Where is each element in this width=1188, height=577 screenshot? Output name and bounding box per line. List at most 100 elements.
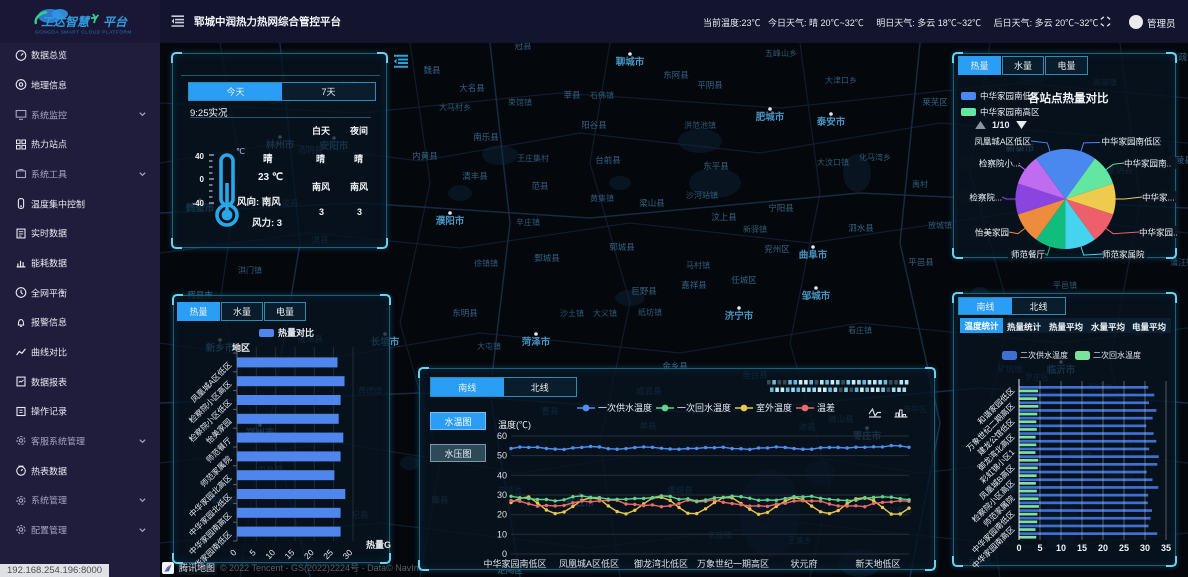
- svg-text:大屯镇: 大屯镇: [477, 341, 501, 351]
- svg-text:五峰山乡: 五峰山乡: [765, 48, 797, 58]
- svg-text:南乐县: 南乐县: [473, 132, 499, 142]
- svg-text:30: 30: [341, 547, 355, 561]
- svg-text:放城镇: 放城镇: [928, 220, 952, 230]
- svg-text:新天地低区: 新天地低区: [855, 558, 900, 569]
- svg-text:聊城市: 聊城市: [616, 56, 645, 68]
- svg-text:肥城市: 肥城市: [756, 111, 785, 123]
- svg-text:中华家园南..: 中华家园南..: [1124, 159, 1171, 169]
- svg-text:兖州区: 兖州区: [764, 244, 790, 254]
- svg-text:10: 10: [1056, 543, 1066, 553]
- svg-text:濮阳市: 濮阳市: [435, 215, 465, 227]
- svg-text:梁山县: 梁山县: [639, 198, 665, 208]
- svg-text:35: 35: [1161, 543, 1171, 553]
- svg-text:曲阜市: 曲阜市: [799, 249, 828, 261]
- svg-text:东明县: 东明县: [452, 308, 478, 318]
- svg-text:束馆镇: 束馆镇: [508, 97, 532, 107]
- svg-text:宁阳县: 宁阳县: [768, 203, 794, 213]
- svg-text:30: 30: [497, 490, 507, 500]
- svg-text:邹城市: 邹城市: [801, 290, 831, 302]
- svg-text:淇门镇: 淇门镇: [238, 265, 262, 275]
- svg-text:0: 0: [1016, 543, 1021, 553]
- svg-text:看庄镇: 看庄镇: [848, 325, 872, 335]
- svg-text:师范餐厅: 师范餐厅: [1011, 250, 1046, 260]
- svg-text:0: 0: [200, 175, 205, 184]
- svg-text:辛庄镇: 辛庄镇: [516, 217, 540, 227]
- svg-text:万象世纪一期高区: 万象世纪一期高区: [697, 558, 769, 569]
- svg-text:石佛镇: 石佛镇: [590, 90, 614, 100]
- svg-text:范县: 范县: [531, 181, 549, 191]
- svg-text:鄄城县: 鄄城县: [534, 253, 560, 263]
- svg-text:化马湾乡: 化马湾乡: [859, 152, 891, 162]
- svg-text:25: 25: [321, 547, 335, 561]
- svg-text:平邑镇: 平邑镇: [1053, 280, 1077, 290]
- svg-text:内黄县: 内黄县: [412, 151, 438, 161]
- svg-text:15: 15: [283, 547, 297, 561]
- svg-text:平阴县: 平阴县: [697, 80, 723, 90]
- svg-text:凤凰城A区低区: 凤凰城A区低区: [559, 558, 619, 569]
- svg-text:20: 20: [1098, 543, 1108, 553]
- svg-text:菏泽市: 菏泽市: [522, 336, 551, 348]
- svg-text:5: 5: [247, 547, 258, 558]
- svg-text:60: 60: [497, 431, 507, 441]
- svg-text:检察院...: 检察院...: [969, 193, 1002, 203]
- svg-text:40: 40: [497, 470, 507, 480]
- svg-text:热量G: 热量G: [366, 539, 391, 550]
- svg-text:怡美家园: 怡美家园: [975, 228, 1009, 238]
- svg-text:纸坊镇: 纸坊镇: [638, 307, 662, 317]
- svg-text:平邑县: 平邑县: [908, 257, 934, 267]
- svg-text:御龙湾北低区: 御龙湾北低区: [634, 558, 688, 569]
- svg-text:40: 40: [195, 152, 204, 161]
- svg-text:大津口乡: 大津口乡: [825, 75, 857, 85]
- svg-text:大义镇: 大义镇: [593, 308, 617, 318]
- svg-text:郓城县: 郓城县: [609, 242, 635, 252]
- svg-text:徐镇镇: 徐镇镇: [474, 258, 498, 268]
- svg-text:清丰县: 清丰县: [462, 171, 488, 181]
- svg-text:沙土镇: 沙土镇: [560, 308, 584, 318]
- svg-text:东平县: 东平县: [703, 161, 729, 171]
- svg-text:中华家园南低区: 中华家园南低区: [1101, 137, 1161, 147]
- svg-text:10: 10: [263, 547, 277, 561]
- svg-text:阳谷县: 阳谷县: [581, 120, 607, 130]
- svg-text:中华家园..: 中华家园..: [1139, 228, 1177, 238]
- svg-text:平台: 平台: [103, 15, 128, 29]
- svg-text:50: 50: [497, 451, 507, 461]
- svg-text:巨野县: 巨野县: [631, 286, 657, 296]
- svg-text:沙河站镇: 沙河站镇: [686, 190, 718, 200]
- svg-text:泗水县: 泗水县: [848, 223, 874, 233]
- svg-text:汶上县: 汶上县: [711, 212, 737, 222]
- svg-text:℃: ℃: [236, 147, 245, 156]
- svg-text:工达智慧: 工达智慧: [41, 15, 91, 29]
- svg-text:东阿县: 东阿县: [663, 70, 689, 80]
- svg-text:大汶口镇: 大汶口镇: [817, 157, 849, 167]
- svg-text:洪范池镇: 洪范池镇: [684, 120, 716, 130]
- svg-text:冠县: 冠县: [514, 43, 532, 51]
- svg-text:莘县: 莘县: [563, 90, 581, 100]
- svg-text:30: 30: [1140, 543, 1150, 553]
- svg-text:0: 0: [228, 547, 239, 558]
- svg-text:中华家园南低区: 中华家园南低区: [483, 558, 546, 569]
- svg-text:中华家...: 中华家...: [1142, 193, 1175, 203]
- svg-text:黄集镇: 黄集镇: [590, 193, 614, 203]
- svg-text:25: 25: [1119, 543, 1129, 553]
- svg-text:泰安市: 泰安市: [816, 116, 846, 128]
- svg-text:-40: -40: [192, 199, 204, 208]
- svg-text:5: 5: [1037, 543, 1042, 553]
- svg-text:状元府: 状元府: [790, 558, 817, 569]
- svg-text:任城区: 任城区: [731, 275, 757, 285]
- svg-text:大名县: 大名县: [459, 83, 485, 93]
- svg-text:检察院小...: 检察院小...: [979, 159, 1020, 169]
- svg-text:济宁市: 济宁市: [725, 310, 754, 322]
- svg-text:新驿镇: 新驿镇: [743, 224, 767, 234]
- svg-text:10: 10: [497, 529, 507, 539]
- svg-text:GONGDA SMART CLOUD PLATFORM: GONGDA SMART CLOUD PLATFORM: [35, 30, 132, 35]
- svg-text:魏县: 魏县: [423, 65, 441, 75]
- svg-text:师范家属院: 师范家属院: [1102, 250, 1145, 260]
- svg-text:20: 20: [497, 510, 507, 520]
- svg-text:大马村乡: 大马村乡: [439, 102, 471, 112]
- svg-text:0: 0: [502, 549, 507, 559]
- svg-text:莱芜区: 莱芜区: [922, 97, 948, 107]
- svg-text:马村镇: 马村镇: [686, 260, 710, 270]
- svg-text:台前县: 台前县: [595, 155, 621, 165]
- svg-text:凤凰城A区低区: 凤凰城A区低区: [974, 137, 1031, 147]
- svg-text:嘉祥县: 嘉祥县: [681, 280, 707, 290]
